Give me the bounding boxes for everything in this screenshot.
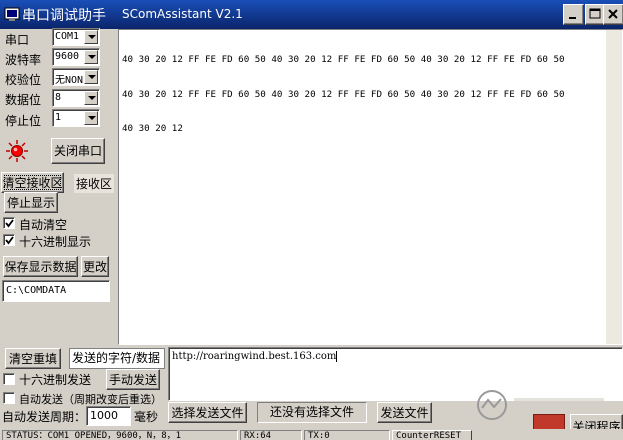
receive-textarea[interactable]: 40 30 20 12 FF FE FD 60 50 40 30 20 12 F… <box>118 29 623 345</box>
port-dropdown-arrow[interactable] <box>84 30 98 44</box>
stopbits-value: 1 <box>55 112 62 123</box>
parity-select[interactable]: 无NONE <box>52 68 100 86</box>
text-cursor <box>336 351 338 362</box>
tx-counter: TX:0 <box>304 430 390 440</box>
baud-dropdown-arrow[interactable] <box>84 50 98 64</box>
auto-clear-label: 自动清空 <box>19 218 68 232</box>
status-text: STATUS：COM1 OPENED，9600，N，8，1 <box>2 430 238 440</box>
period-input[interactable]: 1000 <box>86 406 131 426</box>
check-icon <box>5 236 14 245</box>
auto-send-label: 自动发送（周期改变后重选） <box>19 393 162 406</box>
receive-area-label: 接收区 <box>74 174 115 193</box>
close-icon <box>608 9 618 19</box>
parity-dropdown-arrow[interactable] <box>84 70 98 84</box>
receive-content: 40 30 20 12 FF FE FD 60 50 40 30 20 12 F… <box>122 31 608 158</box>
minimize-icon <box>569 17 576 19</box>
baud-value: 9600 <box>55 51 80 62</box>
port-value: COM1 <box>55 31 80 42</box>
auto-send-checkbox[interactable] <box>3 392 15 404</box>
chevron-down-icon <box>88 96 96 100</box>
send-file-button[interactable]: 发送文件 <box>377 402 432 423</box>
stopbits-select[interactable]: 1 <box>52 109 100 127</box>
file-path-display: 还没有选择文件 <box>257 402 367 423</box>
window-title: 串口调试助手 <box>22 8 106 24</box>
clear-receive-button[interactable]: 清空接收区 <box>1 172 64 193</box>
chevron-down-icon <box>88 35 96 39</box>
databits-label: 数据位 <box>5 93 42 107</box>
counter-reset-button[interactable]: CounterRESET <box>392 430 472 440</box>
receive-line: 40 30 20 12 FF FE FD 60 50 40 30 20 12 F… <box>122 54 565 65</box>
save-data-button[interactable]: 保存显示数据 <box>3 256 78 277</box>
status-bar: STATUS：COM1 OPENED，9600，N，8，1 RX:64 TX:0… <box>0 429 623 440</box>
stopbits-dropdown-arrow[interactable] <box>84 111 98 125</box>
chevron-down-icon <box>88 55 96 59</box>
chevron-down-icon <box>88 116 96 120</box>
window-subtitle: SComAssistant V2.1 <box>122 7 243 21</box>
change-path-button[interactable]: 更改 <box>81 256 109 277</box>
auto-clear-checkbox[interactable] <box>3 217 15 229</box>
parity-label: 校验位 <box>5 73 42 87</box>
receive-scrollbar[interactable] <box>606 30 622 344</box>
close-port-button[interactable]: 关闭串口 <box>51 138 105 164</box>
receive-line: 40 30 20 12 <box>122 123 183 134</box>
stopbits-label: 停止位 <box>5 114 42 128</box>
rx-counter: RX:64 <box>240 430 302 440</box>
chevron-down-icon <box>88 75 96 79</box>
hex-send-checkbox[interactable] <box>3 373 15 385</box>
title-bar: 串口调试助手 SComAssistant V2.1 <box>0 0 623 29</box>
hex-display-checkbox[interactable] <box>3 234 15 246</box>
port-label: 串口 <box>5 33 30 47</box>
period-label: 自动发送周期： <box>2 410 87 424</box>
hex-display-label: 十六进制显示 <box>19 235 92 249</box>
port-select[interactable]: COM1 <box>52 28 100 46</box>
period-unit: 毫秒 <box>134 410 159 424</box>
close-window-button[interactable] <box>603 4 623 25</box>
check-icon <box>5 219 14 228</box>
receive-line: 40 30 20 12 FF FE FD 60 50 40 30 20 12 F… <box>122 88 565 100</box>
send-text-value: http://roaringwind.best.163.com <box>172 351 337 362</box>
databits-value: 8 <box>55 92 62 103</box>
databits-select[interactable]: 8 <box>52 89 100 107</box>
databits-dropdown-arrow[interactable] <box>84 91 98 105</box>
sent-chars-label: 发送的字符/数据 <box>69 348 165 369</box>
baud-label: 波特率 <box>5 53 42 67</box>
port-status-indicator-icon <box>6 140 28 162</box>
baud-select[interactable]: 9600 <box>52 48 100 66</box>
choose-file-button[interactable]: 选择发送文件 <box>168 402 247 423</box>
app-icon <box>4 7 20 21</box>
manual-send-button[interactable]: 手动发送 <box>106 369 160 390</box>
minimize-button[interactable] <box>563 4 584 25</box>
stop-display-button[interactable]: 停止显示 <box>4 192 58 213</box>
clear-resend-button[interactable]: 清空重填 <box>5 348 61 369</box>
save-path-field[interactable]: C:\COMDATA <box>2 280 110 302</box>
hex-send-label: 十六进制发送 <box>19 373 92 387</box>
